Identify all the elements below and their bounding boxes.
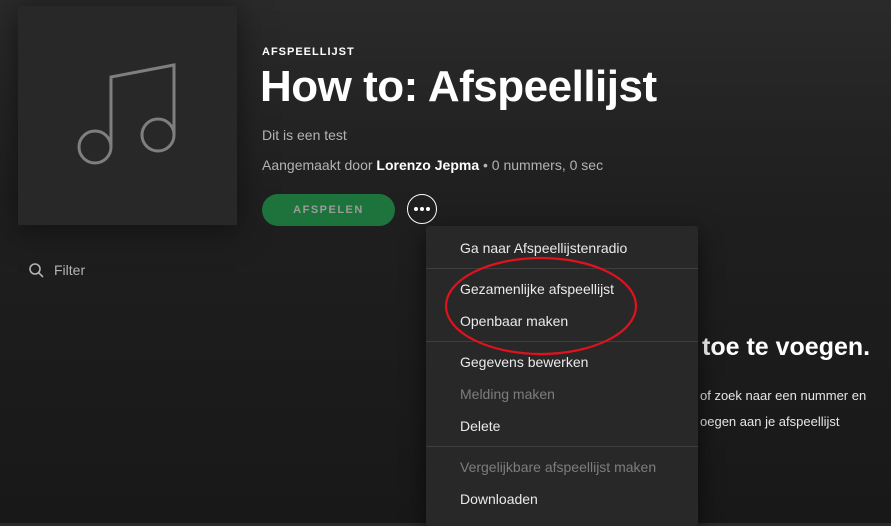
menu-item-make-public[interactable]: Openbaar maken	[426, 305, 698, 337]
owner-link[interactable]: Lorenzo Jepma	[376, 157, 479, 173]
menu-item-playlist-radio[interactable]: Ga naar Afspeellijstenradio	[426, 232, 698, 264]
music-note-icon	[77, 62, 175, 164]
empty-state-line-1: of zoek naar een nummer en	[700, 388, 867, 403]
menu-divider	[426, 268, 698, 269]
filter-placeholder: Filter	[54, 262, 86, 278]
created-by-label: Aangemaakt door	[262, 157, 373, 173]
page-title: How to: Afspeellijst	[260, 62, 657, 111]
more-dots-icon	[414, 207, 430, 211]
more-options-button[interactable]	[407, 194, 437, 224]
playlist-meta: Aangemaakt door Lorenzo Jepma • 0 nummer…	[262, 157, 603, 173]
menu-item-report: Melding maken	[460, 386, 555, 402]
menu-item-download[interactable]: Downloaden	[426, 483, 698, 515]
filter-field[interactable]: Filter	[29, 262, 85, 278]
context-menu: Ga naar Afspeellijstenradio Gezamenlijke…	[426, 226, 698, 526]
menu-item-delete[interactable]: Delete	[426, 410, 698, 442]
playlist-stats: • 0 nummers, 0 sec	[483, 157, 604, 173]
empty-state-title: toe te voegen.	[702, 333, 871, 361]
menu-item-similar-playlist: Vergelijkbare afspeellijst maken	[460, 459, 657, 475]
playlist-cover[interactable]	[18, 6, 237, 225]
empty-state-line-2: oegen aan je afspeellijst	[700, 414, 840, 429]
menu-item-edit-details[interactable]: Gegevens bewerken	[426, 346, 698, 378]
playlist-type-label: AFSPEELLIJST	[262, 46, 355, 58]
menu-item-collaborative[interactable]: Gezamenlijke afspeellijst	[426, 273, 698, 305]
menu-divider	[426, 341, 698, 342]
playlist-description: Dit is een test	[262, 127, 347, 143]
search-icon	[29, 262, 44, 278]
menu-divider	[426, 446, 698, 447]
play-button[interactable]: AFSPELEN	[262, 194, 395, 226]
